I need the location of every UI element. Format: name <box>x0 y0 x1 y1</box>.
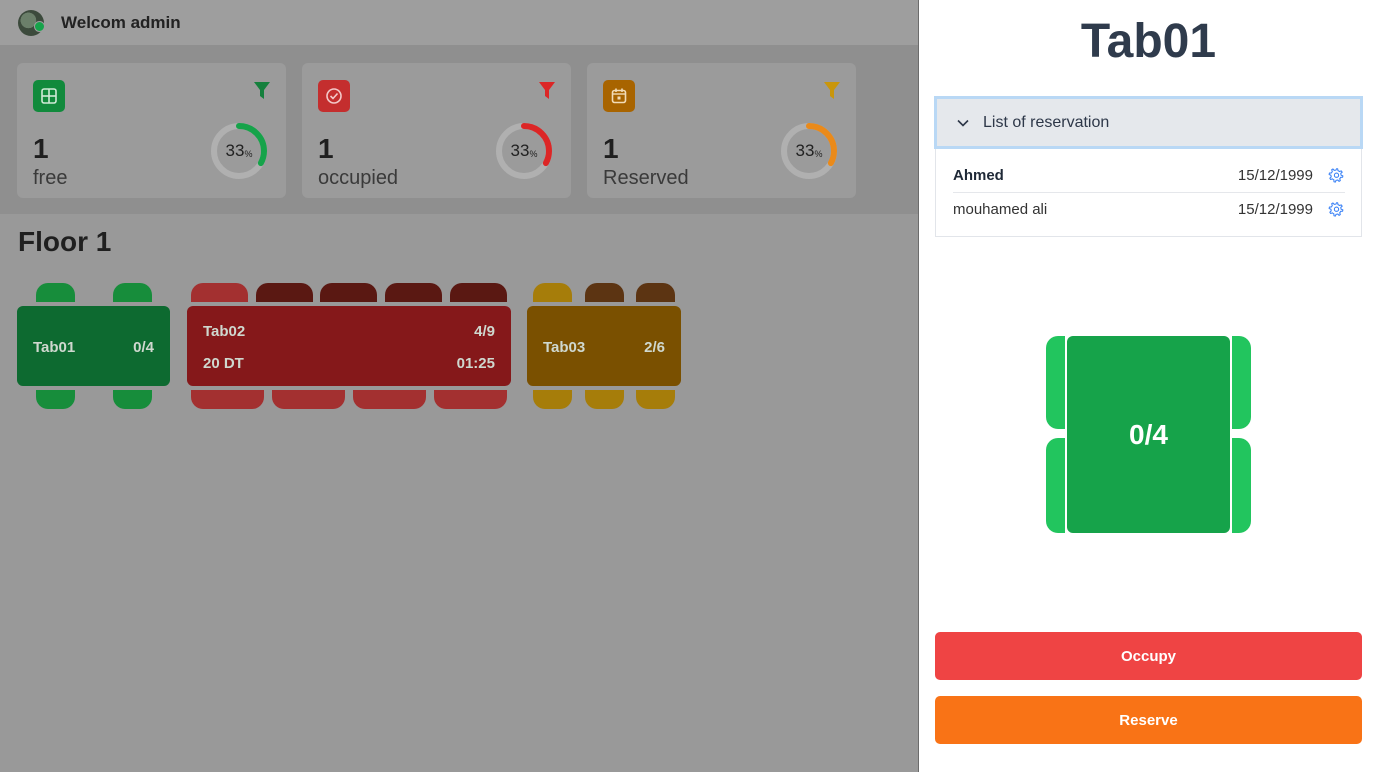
table-count: 2/6 <box>644 339 665 356</box>
table-tab02[interactable]: Tab02 4/9 20 DT 01:25 <box>187 306 511 386</box>
chair <box>353 390 426 409</box>
welcome-text: Welcom admin <box>61 12 181 32</box>
table-detail-panel: Tab01 List of reservation Ahmed 15/12/19… <box>918 0 1377 772</box>
chair <box>191 283 248 302</box>
panel-title: Tab01 <box>1080 15 1217 68</box>
list-item: Ahmed 15/12/1999 <box>953 159 1345 192</box>
table-name: Tab03 <box>543 339 586 356</box>
reserved-percent: 33% <box>795 141 823 160</box>
chair <box>36 283 75 302</box>
reservation-name: mouhamed ali <box>953 200 1048 218</box>
reservation-name: Ahmed <box>953 167 1004 184</box>
top-bar: Welcom admin <box>0 0 918 46</box>
chair <box>585 283 624 302</box>
table-price: 20 DT <box>203 355 244 372</box>
check-badge-icon <box>318 80 350 112</box>
chair <box>272 390 345 409</box>
occupied-count: 1 <box>318 133 334 164</box>
gear-icon[interactable] <box>1328 201 1345 218</box>
chair <box>113 390 152 409</box>
avatar[interactable] <box>18 9 45 36</box>
chair <box>1232 438 1251 533</box>
stat-card-occupied[interactable]: 1 occupied 33% <box>302 63 571 198</box>
filter-icon[interactable] <box>824 82 840 100</box>
table-name: Tab02 <box>203 323 246 340</box>
chair <box>533 283 572 302</box>
stat-card-reserved[interactable]: 1 Reserved 33% <box>587 63 856 198</box>
table-count: 0/4 <box>133 339 154 356</box>
free-label: free <box>33 167 68 189</box>
stats-section: 1 free 33% 1 occupied 33% 1 Reserved 33 … <box>0 46 918 214</box>
table-tab03[interactable]: Tab03 2/6 <box>527 306 681 386</box>
occupied-label: occupied <box>318 167 399 189</box>
chair <box>1046 438 1065 533</box>
free-percent: 33% <box>225 141 253 160</box>
reservation-accordion-header[interactable]: List of reservation <box>934 96 1363 149</box>
gear-icon[interactable] <box>1328 167 1345 184</box>
accordion-label: List of reservation <box>983 113 1110 131</box>
chair <box>636 390 675 409</box>
filter-icon[interactable] <box>539 82 555 100</box>
chair <box>450 283 507 302</box>
stat-card-free[interactable]: 1 free 33% <box>17 63 286 198</box>
reservation-list: Ahmed 15/12/1999 mouhamed ali 15/12/1999 <box>935 149 1362 237</box>
chevron-down-icon <box>957 119 969 127</box>
occupy-button[interactable]: Occupy <box>935 632 1362 680</box>
list-item: mouhamed ali 15/12/1999 <box>953 192 1345 225</box>
chair <box>434 390 507 409</box>
selected-table[interactable]: 0/4 <box>1067 336 1230 533</box>
chair <box>191 390 264 409</box>
filter-icon[interactable] <box>254 82 270 100</box>
chair <box>385 283 442 302</box>
chair <box>320 283 377 302</box>
chair <box>36 390 75 409</box>
calendar-icon <box>603 80 635 112</box>
occupied-percent: 33% <box>510 141 538 160</box>
reserve-button[interactable]: Reserve <box>935 696 1362 744</box>
free-count: 1 <box>33 133 49 164</box>
chair <box>585 390 624 409</box>
table-count: 0/4 <box>1129 418 1168 450</box>
table-timer: 01:25 <box>456 355 495 372</box>
reservation-date: 15/12/1999 <box>1237 200 1313 218</box>
reservation-date: 15/12/1999 <box>1237 167 1313 184</box>
chair <box>256 283 313 302</box>
chair <box>636 283 675 302</box>
chair <box>533 390 572 409</box>
chair <box>1232 336 1251 429</box>
table-grid-icon <box>33 80 65 112</box>
table-name: Tab01 <box>33 339 76 356</box>
reserved-label: Reserved <box>603 167 689 189</box>
floor-title: Floor 1 <box>18 226 112 257</box>
chair <box>113 283 152 302</box>
chair <box>1046 336 1065 429</box>
table-tab01[interactable]: Tab01 0/4 <box>17 306 170 386</box>
reserved-count: 1 <box>603 133 619 164</box>
table-count: 4/9 <box>474 323 495 340</box>
